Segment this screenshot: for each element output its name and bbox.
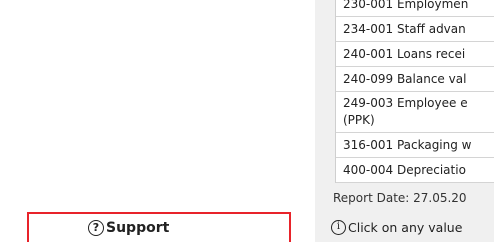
support-button[interactable]: ? Support [27, 212, 291, 242]
sidebar-panel: ? Support [0, 0, 315, 242]
list-item[interactable]: 249-003 Employee e (PPK) [336, 92, 494, 133]
support-label: Support [106, 220, 170, 236]
question-circle-icon: ? [88, 220, 104, 236]
list-item[interactable]: 234-001 Staff advan [336, 17, 494, 42]
list-item[interactable]: 316-001 Packaging w [336, 133, 494, 158]
list-item[interactable]: 240-099 Balance val [336, 67, 494, 92]
list-item[interactable]: 230-001 Employmen [336, 0, 494, 17]
info-hint: i Click on any value [331, 220, 462, 235]
list-item[interactable]: 400-004 Depreciatio [336, 158, 494, 183]
info-text: Click on any value [348, 220, 463, 235]
accounts-list: 230-001 Employmen 234-001 Staff advan 24… [335, 0, 494, 183]
main-content: 230-001 Employmen 234-001 Staff advan 24… [315, 0, 494, 242]
info-circle-icon: i [331, 220, 346, 235]
list-item[interactable]: 240-001 Loans recei [336, 42, 494, 67]
report-date: Report Date: 27.05.20 [333, 191, 467, 205]
